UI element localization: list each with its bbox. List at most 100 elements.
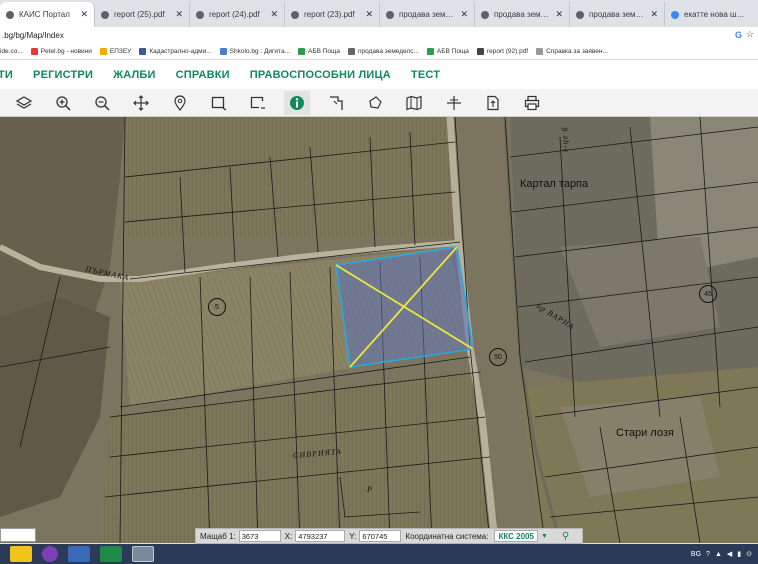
more-icon[interactable]: ☆: [746, 29, 754, 40]
app-icon[interactable]: [68, 546, 90, 562]
address-bar[interactable]: .bg/bg/Map/Index G ☆: [0, 27, 758, 44]
menu-services[interactable]: ТИ: [0, 69, 13, 81]
clock-icon[interactable]: ⊙: [746, 550, 752, 558]
volume-icon[interactable]: ◀: [727, 550, 732, 558]
parcel-number[interactable]: 5: [208, 298, 226, 316]
google-icon[interactable]: G: [735, 30, 742, 40]
bookmark-label: АБВ Поща: [307, 48, 340, 55]
bookmark-icon: [219, 48, 227, 55]
menu-references[interactable]: СПРАВКИ: [176, 69, 230, 81]
tab-report-25[interactable]: report (25).pdf ✕: [95, 2, 190, 27]
parcel-number[interactable]: 50: [489, 348, 507, 366]
tab-favicon-icon: [101, 10, 109, 19]
export-button[interactable]: [480, 91, 506, 115]
y-label: Y:: [349, 531, 357, 541]
close-tab-icon[interactable]: ✕: [175, 9, 183, 20]
tab-title: report (24).pdf: [209, 10, 260, 19]
select-rect-button[interactable]: [206, 91, 232, 115]
file-explorer-icon[interactable]: [10, 546, 32, 562]
app-icon[interactable]: [100, 546, 122, 562]
tab-favicon-icon: [481, 10, 489, 19]
bookmark-label: Кадастрално-адми...: [149, 48, 212, 55]
language-indicator[interactable]: BG: [691, 551, 701, 558]
bookmark-label: Petel.bg - новини: [40, 48, 92, 55]
bookmark-item[interactable]: АБВ Поща: [297, 48, 340, 55]
bookmark-icon: [139, 48, 147, 55]
search-field[interactable]: [0, 528, 36, 542]
close-tab-icon[interactable]: ✕: [365, 9, 373, 20]
map-button[interactable]: [401, 91, 427, 115]
x-label: X:: [284, 531, 293, 541]
info-button[interactable]: [284, 91, 310, 115]
tab-prodava-2[interactable]: продава земеделска ✕: [475, 2, 570, 27]
bookmark-item[interactable]: Кадастрално-адми...: [139, 48, 212, 55]
menu-test[interactable]: ТЕСТ: [411, 69, 440, 81]
bookmark-item[interactable]: АБВ Поща: [426, 48, 469, 55]
bookmark-icon: [476, 48, 484, 55]
parcel-number[interactable]: 45: [699, 285, 717, 303]
tab-report-24[interactable]: report (24).pdf ✕: [190, 2, 285, 27]
x-coordinate: 4793237: [295, 530, 346, 542]
bookmark-item[interactable]: Petel.bg - новини: [30, 48, 92, 55]
tab-ekatte[interactable]: екатте нова шипка -: [665, 2, 751, 27]
bookmark-label: report (92).pdf: [486, 48, 529, 55]
marker-button[interactable]: [167, 91, 193, 115]
menu-licensed-persons[interactable]: ПРАВОСПОСОБНИ ЛИЦА: [250, 69, 391, 81]
bookmark-item[interactable]: report (92).pdf: [476, 48, 529, 55]
scale-input[interactable]: 3673: [238, 530, 281, 542]
help-icon[interactable]: ?: [706, 551, 710, 558]
bookmark-item[interactable]: ide.co...: [0, 48, 23, 55]
tab-favicon-icon: [576, 10, 584, 19]
satellite-imagery: [0, 117, 758, 543]
browser-icon[interactable]: [132, 546, 154, 562]
network-icon[interactable]: ▲: [715, 551, 722, 558]
close-tab-icon[interactable]: ✕: [555, 9, 563, 20]
bookmark-item[interactable]: Shkolo.bg : Дигита...: [219, 48, 290, 55]
crosshair-button[interactable]: [441, 91, 467, 115]
tab-title: КАИС Портал: [19, 10, 70, 19]
bookmark-label: АБВ Поща: [436, 48, 469, 55]
close-tab-icon[interactable]: ✕: [460, 9, 468, 20]
tab-title: продава земеделска: [589, 10, 646, 19]
bookmark-icon: [536, 48, 544, 55]
bookmark-item[interactable]: продава земеделс...: [347, 48, 419, 55]
bookmark-item[interactable]: Справка за заявен...: [536, 48, 608, 55]
crs-select[interactable]: ККС 2005: [494, 530, 538, 542]
chevron-down-icon[interactable]: ▼: [541, 533, 548, 540]
tab-report-23[interactable]: report (23).pdf ✕: [285, 2, 380, 27]
print-button[interactable]: [519, 91, 545, 115]
menu-registers[interactable]: РЕГИСТРИ: [33, 69, 93, 81]
flag-icon[interactable]: ▮: [737, 550, 741, 558]
tab-kais-portal[interactable]: КАИС Портал ✕: [0, 2, 95, 27]
tab-prodava-3[interactable]: продава земеделска ✕: [570, 2, 665, 27]
zoom-out-button[interactable]: [89, 91, 115, 115]
letter-label: Р: [367, 485, 373, 494]
polygon-button[interactable]: [362, 91, 388, 115]
close-tab-icon[interactable]: ✕: [650, 9, 658, 20]
home-icon: [426, 48, 434, 55]
bookmark-label: Справка за заявен...: [546, 48, 608, 55]
map-toolbar: [0, 89, 758, 117]
bookmark-item[interactable]: ЕПЗЕУ: [99, 48, 131, 55]
close-tab-icon[interactable]: ✕: [270, 9, 278, 20]
layers-icon: [16, 96, 32, 109]
scale-label: Мащаб 1:: [200, 531, 236, 541]
os-taskbar: BG ? ▲ ◀ ▮ ⊙: [0, 544, 758, 564]
tab-title: report (25).pdf: [114, 10, 165, 19]
zoom-in-button[interactable]: [50, 91, 76, 115]
pan-button[interactable]: [128, 91, 154, 115]
locality-label-stari-lozia: Стари лозя: [616, 427, 674, 439]
browser-tab-strip: КАИС Портал ✕ report (25).pdf ✕ report (24…: [0, 0, 758, 27]
search-icon[interactable]: ⚲: [562, 531, 569, 542]
measure-button[interactable]: [323, 91, 349, 115]
layers-button[interactable]: [11, 91, 37, 115]
tab-prodava-1[interactable]: продава земеделска ✕: [380, 2, 475, 27]
map-canvas[interactable]: Картал тарпа Стари лозя СИВРИЯТА пр ВАРН…: [0, 117, 758, 543]
close-tab-icon[interactable]: ✕: [80, 9, 88, 20]
zoom-in-icon: [56, 96, 71, 111]
select-rect-alt-button[interactable]: [245, 91, 271, 115]
zoom-out-icon: [95, 96, 110, 111]
app-main-menu: ТИ РЕГИСТРИ ЖАЛБИ СПРАВКИ ПРАВОСПОСОБНИ …: [0, 60, 758, 89]
viber-icon[interactable]: [42, 546, 58, 562]
menu-complaints[interactable]: ЖАЛБИ: [113, 69, 156, 81]
